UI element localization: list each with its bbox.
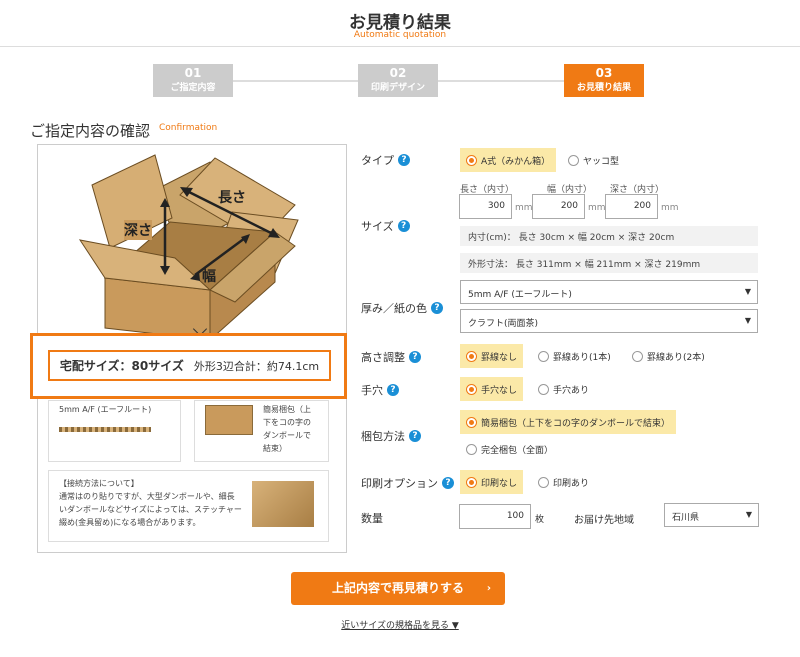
- page-subtitle: Automatic quotation: [353, 30, 447, 40]
- flute-select[interactable]: 5mm A/F (エーフルート): [460, 280, 758, 304]
- depth-label: 深さ: [124, 220, 152, 240]
- type-option-a[interactable]: A式（みかん箱）: [460, 148, 557, 172]
- height-label: 高さ調整?: [361, 349, 421, 365]
- help-icon[interactable]: ?: [442, 477, 454, 489]
- quantity-label: 数量: [361, 512, 383, 525]
- step-connector: [233, 80, 358, 82]
- print-label: 印刷オプション?: [361, 475, 454, 491]
- bonding-card: 【接続方法について】 通常はのり貼りですが、大型ダンボールや、細長 いダンボール…: [48, 470, 329, 542]
- size-summary: 宅配サイズ：80サイズ 外形3辺合計：約74.1cm: [48, 350, 331, 381]
- section-title: ご指定内容の確認: [30, 122, 151, 140]
- delivery-size: 宅配サイズ：80サイズ: [59, 359, 184, 373]
- step-label: お見積り結果: [576, 83, 631, 93]
- radio-icon: [538, 476, 549, 488]
- destination-select[interactable]: 石川県: [664, 503, 759, 527]
- handhole-option-yes[interactable]: 手穴あり: [532, 377, 595, 401]
- packing-option-simple[interactable]: 簡易梱包（上下をコの字のダンボールで結束）: [460, 410, 677, 434]
- similar-sizes-link[interactable]: 近いサイズの規格品を見る ▼: [0, 618, 800, 631]
- step-connector: [438, 80, 564, 82]
- step-label: 印刷デザイン: [370, 83, 425, 93]
- destination-label: お届け先地域: [574, 515, 634, 526]
- packing-card-text: 簡易梱包（上 下をコの字の ダンボールで 結束）: [263, 405, 311, 453]
- requote-button[interactable]: 上記内容で再見積りする ›: [291, 572, 505, 605]
- length-input[interactable]: 300: [459, 194, 512, 219]
- print-option-none[interactable]: 印刷なし: [460, 470, 524, 494]
- type-option-yakko[interactable]: ヤッコ型: [562, 148, 625, 172]
- packing-option-full[interactable]: 完全梱包（全面）: [460, 437, 559, 461]
- flute-sample: [59, 427, 151, 432]
- height-option-1[interactable]: 罫線あり(1本): [532, 344, 617, 368]
- step-3-active: 03 お見積り結果: [564, 64, 644, 97]
- radio-icon: [568, 154, 579, 166]
- packing-card: 簡易梱包（上 下をコの字の ダンボールで 結束）: [194, 400, 329, 462]
- quantity-input[interactable]: 100: [459, 504, 531, 529]
- help-icon[interactable]: ?: [431, 302, 443, 314]
- radio-icon: [466, 443, 477, 455]
- handhole-label: 手穴?: [361, 382, 399, 398]
- type-label: タイプ?: [361, 152, 410, 168]
- radio-icon: [466, 476, 477, 488]
- unit-mm: mm: [515, 203, 533, 213]
- step-number: 01: [184, 66, 202, 80]
- outer-dimensions: 外形寸法： 長さ 311mm × 幅 211mm × 深さ 219mm: [460, 253, 758, 273]
- chevron-right-icon: ›: [486, 583, 491, 594]
- thickness-label: 厚み／紙の色?: [361, 300, 443, 316]
- packing-label: 梱包方法?: [361, 428, 421, 444]
- radio-icon: [466, 383, 477, 395]
- bonding-text: 【接続方法について】 通常はのり貼りですが、大型ダンボールや、細長 いダンボール…: [59, 479, 242, 527]
- quantity-unit: 枚: [535, 515, 545, 525]
- unit-mm: mm: [588, 203, 606, 213]
- stapler-image: [252, 481, 314, 527]
- step-label: ご指定内容: [170, 83, 216, 93]
- depth-input[interactable]: 200: [605, 194, 658, 219]
- radio-icon: [632, 350, 643, 362]
- requote-button-label: 上記内容で再見積りする: [331, 581, 464, 595]
- color-select[interactable]: クラフト(両面茶): [460, 309, 758, 333]
- height-option-none[interactable]: 罫線なし: [460, 344, 524, 368]
- radio-icon: [538, 350, 549, 362]
- handhole-option-none[interactable]: 手穴なし: [460, 377, 524, 401]
- packing-image: [205, 405, 253, 435]
- flute-card: 5mm A/F (エーフルート): [48, 400, 181, 462]
- flute-card-label: 5mm A/F (エーフルート): [59, 405, 152, 414]
- header-divider: [0, 46, 800, 47]
- radio-icon: [466, 154, 477, 166]
- section-subtitle: Confirmation: [159, 123, 218, 133]
- step-number: 02: [389, 66, 407, 80]
- radio-icon: [538, 383, 549, 395]
- length-label: 長さ: [218, 190, 246, 206]
- step-1[interactable]: 01 ご指定内容: [153, 64, 233, 97]
- box-illustration: [78, 154, 299, 340]
- step-number: 03: [595, 66, 613, 80]
- unit-mm: mm: [661, 203, 679, 213]
- size-label: サイズ?: [361, 218, 410, 234]
- width-input[interactable]: 200: [532, 194, 585, 219]
- width-label: 幅: [202, 269, 216, 285]
- help-icon[interactable]: ?: [409, 430, 421, 442]
- print-option-yes[interactable]: 印刷あり: [532, 470, 595, 494]
- total-dimensions: 外形3辺合計：約74.1cm: [193, 359, 320, 373]
- inner-dimensions: 内寸(cm)： 長さ 30cm × 幅 20cm × 深さ 20cm: [460, 226, 758, 246]
- step-2[interactable]: 02 印刷デザイン: [358, 64, 438, 97]
- help-icon[interactable]: ?: [387, 384, 399, 396]
- radio-icon: [466, 350, 477, 362]
- height-option-2[interactable]: 罫線あり(2本): [626, 344, 711, 368]
- help-icon[interactable]: ?: [398, 154, 410, 166]
- help-icon[interactable]: ?: [409, 351, 421, 363]
- radio-icon: [466, 416, 477, 428]
- help-icon[interactable]: ?: [397, 220, 410, 232]
